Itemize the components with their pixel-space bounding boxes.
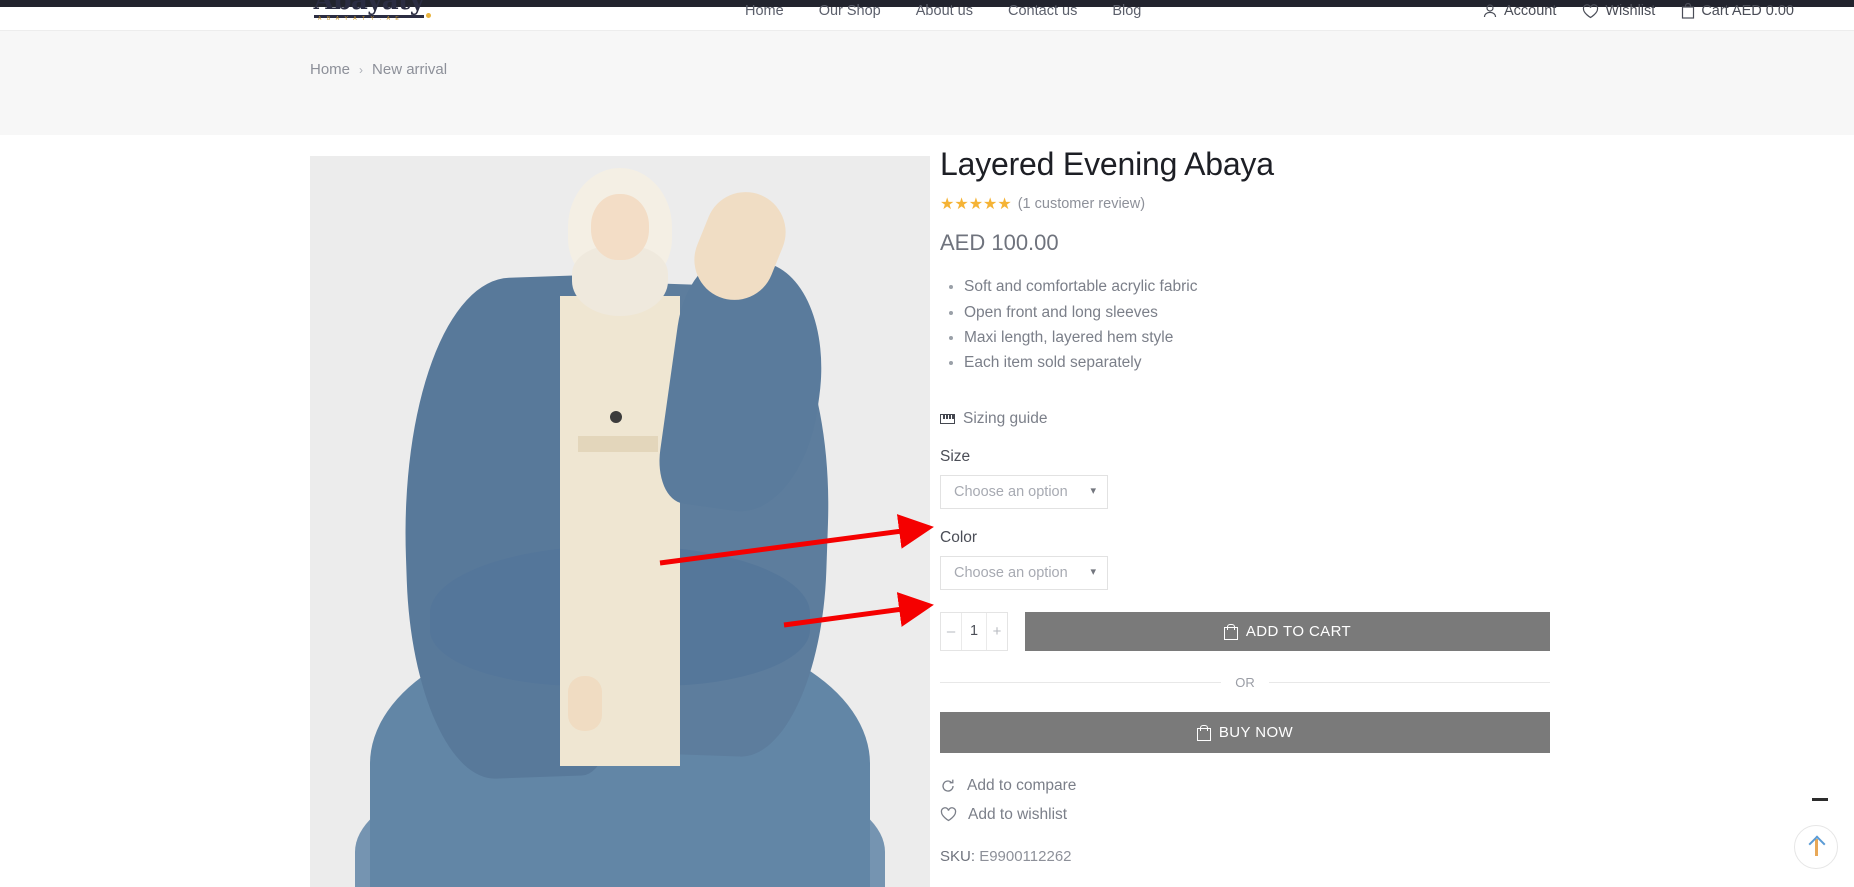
nav-item-blog[interactable]: Blog: [1112, 0, 1141, 22]
product-page: Abayaty A B A Y A T Y . A E Home Our Sho…: [0, 0, 1854, 887]
list-item: Open front and long sleeves: [964, 300, 1550, 325]
cart-bag-icon: [1682, 3, 1695, 19]
cart-label: Cart AED 0.00: [1701, 3, 1794, 19]
nav-item-contact-us[interactable]: Contact us: [1008, 0, 1077, 22]
cart-link[interactable]: Cart AED 0.00: [1681, 0, 1794, 22]
nav-item-our-shop[interactable]: Our Shop: [819, 0, 881, 22]
product-sku: SKU: E9900112262: [940, 848, 1550, 865]
breadcrumb-bar: Home › New arrival: [0, 30, 1854, 135]
account-label: Account: [1503, 3, 1557, 19]
add-to-wishlist-label: Add to wishlist: [968, 805, 1068, 823]
scroll-to-top-button[interactable]: [1794, 825, 1838, 869]
add-to-wishlist-link[interactable]: Add to wishlist: [940, 806, 1550, 824]
chevron-down-icon: ▾: [1090, 566, 1096, 579]
product-features: Soft and comfortable acrylic fabric Open…: [940, 274, 1550, 374]
quantity-value[interactable]: 1: [961, 612, 987, 650]
product-photo: [310, 156, 930, 887]
heart-icon: [1583, 3, 1599, 18]
or-label: OR: [1235, 674, 1255, 690]
buy-now-label: BUY NOW: [1218, 723, 1294, 741]
size-select[interactable]: Choose an option ▾: [940, 474, 1108, 509]
product-meta-links: Add to compare Add to wishlist: [940, 777, 1550, 824]
breadcrumb-separator-icon: ›: [359, 62, 364, 77]
ruler-icon: [940, 413, 955, 424]
main-navigation: Home Our Shop About us Contact us Blog: [745, 0, 1141, 22]
breadcrumb-current: New arrival: [372, 61, 448, 78]
list-item: Maxi length, layered hem style: [964, 325, 1550, 350]
quantity-stepper[interactable]: – 1 +: [940, 611, 1008, 651]
nav-item-home[interactable]: Home: [745, 0, 784, 22]
arrow-up-icon: [1814, 838, 1818, 856]
divider-line-right: [1268, 681, 1550, 683]
wishlist-link[interactable]: Wishlist: [1582, 0, 1655, 22]
or-divider: OR: [940, 675, 1550, 690]
account-link[interactable]: Account: [1482, 0, 1556, 22]
user-icon: [1483, 4, 1497, 18]
sku-label: SKU:: [940, 847, 976, 865]
product-info: Layered Evening Abaya ★★★★★ (1 customer …: [940, 145, 1550, 865]
color-select-value: Choose an option: [954, 564, 1068, 581]
sizing-guide-label: Sizing guide: [963, 409, 1048, 427]
corner-marker: [1806, 798, 1828, 807]
add-to-compare-label: Add to compare: [967, 776, 1077, 794]
size-select-value: Choose an option: [954, 483, 1068, 500]
star-rating-icon: ★★★★★: [940, 196, 1012, 214]
heart-icon: [940, 807, 957, 822]
color-select[interactable]: Choose an option ▾: [940, 555, 1108, 590]
logo-subtext: A B A Y A T Y . A E: [318, 16, 401, 22]
add-to-cart-button[interactable]: ADD TO CART: [1025, 611, 1550, 651]
buy-now-button[interactable]: BUY NOW: [940, 711, 1550, 753]
add-to-compare-link[interactable]: Add to compare: [940, 777, 1550, 795]
chevron-down-icon: ▾: [1090, 485, 1096, 498]
sku-value: E9900112262: [979, 847, 1072, 865]
product-main: Layered Evening Abaya ★★★★★ (1 customer …: [0, 135, 1854, 887]
header-actions: Account Wishlist Cart AED 0.00: [1482, 0, 1794, 22]
wishlist-label: Wishlist: [1605, 3, 1656, 19]
product-image-gallery[interactable]: [310, 156, 930, 887]
logo-dot-icon: [426, 13, 431, 18]
product-price: AED 100.00: [940, 230, 1059, 256]
compare-refresh-icon: [942, 779, 954, 792]
quantity-decrease-button[interactable]: –: [941, 613, 961, 650]
list-item: Each item sold separately: [964, 350, 1550, 375]
cart-controls: – 1 + ADD TO CART: [940, 611, 1550, 651]
breadcrumb-home[interactable]: Home: [310, 61, 350, 78]
divider-line-left: [940, 681, 1222, 683]
bag-icon: [1223, 624, 1238, 641]
customer-review-link[interactable]: (1 customer review): [1018, 196, 1145, 212]
sizing-guide-link[interactable]: Sizing guide: [940, 410, 1550, 428]
breadcrumb: Home › New arrival: [310, 61, 447, 78]
list-item: Soft and comfortable acrylic fabric: [964, 274, 1550, 299]
color-label: Color: [940, 528, 978, 546]
site-header: Abayaty A B A Y A T Y . A E Home Our Sho…: [0, 0, 1854, 30]
nav-item-about-us[interactable]: About us: [916, 0, 973, 22]
size-label: Size: [940, 447, 971, 465]
add-to-cart-label: ADD TO CART: [1245, 622, 1352, 640]
bag-icon: [1196, 725, 1211, 742]
product-rating: ★★★★★ (1 customer review): [940, 194, 1550, 214]
quantity-increase-button[interactable]: +: [987, 613, 1007, 650]
product-title: Layered Evening Abaya: [940, 146, 1274, 182]
